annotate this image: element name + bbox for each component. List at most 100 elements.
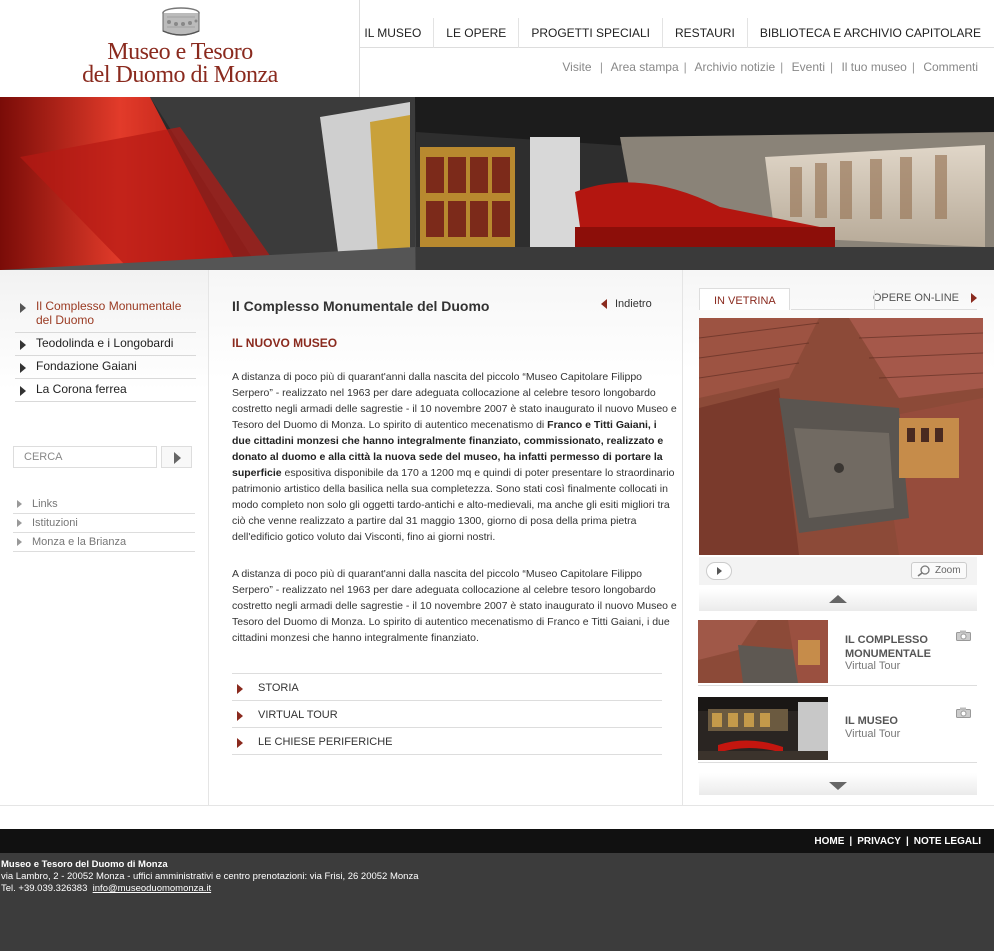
- subnav-visite[interactable]: Visite: [562, 60, 591, 74]
- page-title: Il Complesso Monumentale del Duomo: [232, 298, 490, 314]
- scroll-up-button[interactable]: [699, 589, 977, 611]
- arrow-right-icon: [237, 711, 243, 721]
- arrow-left-icon: [601, 299, 607, 309]
- separator: |: [911, 60, 915, 74]
- item-title: IL COMPLESSO MONUMENTALE: [845, 634, 931, 660]
- camera-icon: [956, 707, 971, 718]
- main-nav-le-opere[interactable]: LE OPERE: [433, 18, 518, 48]
- main-nav-biblioteca[interactable]: BIBLIOTECA E ARCHIVIO CAPITOLARE: [746, 18, 994, 48]
- subnav-archivio-notizie[interactable]: Archivio notizie: [694, 60, 775, 74]
- link-label: Links: [32, 498, 58, 510]
- tab-in-vetrina[interactable]: IN VETRINA: [699, 288, 790, 310]
- separator: |: [905, 836, 909, 847]
- camera-icon: [956, 630, 971, 641]
- site-header: Museo e Tesoro del Duomo di Monza IL MUS…: [0, 0, 994, 97]
- link-monza-brianza[interactable]: Monza e la Brianza: [13, 535, 195, 552]
- link-label: Istituzioni: [32, 517, 78, 529]
- right-sidebar: IN VETRINA OPERE ON-LINE Zoom IL COMPLES…: [682, 270, 994, 805]
- arrow-down-icon: [829, 782, 847, 790]
- footer-link-privacy[interactable]: PRIVACY: [857, 836, 901, 847]
- content-link-chiese-periferiche[interactable]: LE CHIESE PERIFERICHE: [232, 728, 662, 755]
- featured-controls: Zoom: [699, 557, 977, 585]
- main-nav: IL MUSEO LE OPERE PROGETTI SPECIALI REST…: [360, 18, 994, 48]
- paragraph-text: espositiva disponibile da 170 a 1200 mq …: [232, 467, 675, 543]
- menu-item-complesso-monumentale[interactable]: Il Complesso Monumentale del Duomo: [15, 296, 196, 333]
- section-title: IL NUOVO MUSEO: [232, 336, 338, 350]
- footer-org-name: Museo e Tesoro del Duomo di Monza: [1, 859, 168, 870]
- separator: |: [830, 60, 834, 74]
- footer-phone: Tel. +39.039.326383: [1, 883, 88, 894]
- footer-contact: Tel. +39.039.326383 info@museoduomomonza…: [1, 883, 994, 895]
- tab-divider: [874, 290, 875, 310]
- thumbnail-image: [698, 620, 828, 683]
- vetrina-item[interactable]: IL COMPLESSO MONUMENTALE Virtual Tour: [698, 620, 977, 686]
- subnav-commenti[interactable]: Commenti: [923, 60, 978, 74]
- hero-banner-image: [0, 97, 994, 270]
- search-button[interactable]: [161, 446, 192, 468]
- menu-item-fondazione-gaiani[interactable]: Fondazione Gaiani: [15, 356, 196, 379]
- footer-address: via Lambro, 2 - 20052 Monza - uffici amm…: [1, 871, 419, 882]
- links-menu: Links Istituzioni Monza e la Brianza: [13, 497, 195, 554]
- content-link-label: STORIA: [258, 682, 299, 694]
- scroll-down-button[interactable]: [699, 773, 977, 795]
- tab-label: OPERE ON-LINE: [872, 292, 959, 304]
- menu-item-label: La Corona ferrea: [36, 382, 127, 396]
- arrow-up-icon: [829, 595, 847, 603]
- item-subtitle: Virtual Tour: [845, 660, 901, 672]
- site-logo[interactable]: Museo e Tesoro del Duomo di Monza: [0, 0, 360, 97]
- main-nav-restauri[interactable]: RESTAURI: [662, 18, 747, 48]
- secondary-nav: Visite | Area stampa | Archivio notizie | …: [562, 60, 978, 74]
- menu-item-teodolinda[interactable]: Teodolinda e i Longobardi: [15, 333, 196, 356]
- body-paragraph-1: A distanza di poco più di quarant'anni d…: [232, 369, 677, 545]
- section-menu: Il Complesso Monumentale del Duomo Teodo…: [15, 296, 196, 402]
- content-link-virtual-tour[interactable]: VIRTUAL TOUR: [232, 701, 662, 728]
- subnav-area-stampa[interactable]: Area stampa: [611, 60, 679, 74]
- separator: |: [683, 60, 687, 74]
- back-label: Indietro: [615, 298, 652, 310]
- item-subtitle: Virtual Tour: [845, 728, 901, 740]
- footer-links: HOME | PRIVACY | NOTE LEGALI: [814, 836, 981, 847]
- search-input[interactable]: CERCA: [13, 446, 157, 468]
- menu-item-label: Il Complesso Monumentale del Duomo: [36, 299, 182, 327]
- footer-bar: HOME | PRIVACY | NOTE LEGALI: [0, 829, 994, 853]
- link-links[interactable]: Links: [13, 497, 195, 514]
- separator: |: [849, 836, 853, 847]
- body-paragraph-2: A distanza di poco più di quarant'anni d…: [232, 568, 677, 644]
- link-istituzioni[interactable]: Istituzioni: [13, 516, 195, 533]
- separator: |: [780, 60, 784, 74]
- footer-link-note-legali[interactable]: NOTE LEGALI: [914, 836, 981, 847]
- zoom-button[interactable]: Zoom: [911, 562, 967, 579]
- menu-item-label: Fondazione Gaiani: [36, 359, 137, 373]
- play-icon: [717, 567, 722, 575]
- arrow-right-icon: [17, 500, 22, 508]
- arrow-right-icon: [20, 363, 26, 373]
- left-sidebar: Il Complesso Monumentale del Duomo Teodo…: [0, 270, 209, 805]
- menu-item-corona-ferrea[interactable]: La Corona ferrea: [15, 379, 196, 402]
- arrow-right-icon: [971, 293, 977, 303]
- separator: |: [596, 60, 603, 74]
- play-button[interactable]: [706, 562, 732, 580]
- footer-link-home[interactable]: HOME: [814, 836, 844, 847]
- content-links: STORIA VIRTUAL TOUR LE CHIESE PERIFERICH…: [232, 673, 662, 755]
- subnav-il-tuo-museo[interactable]: Il tuo museo: [841, 60, 906, 74]
- footer-info: Museo e Tesoro del Duomo di Monza via La…: [0, 853, 994, 951]
- content-link-label: LE CHIESE PERIFERICHE: [258, 736, 393, 748]
- link-label: Monza e la Brianza: [32, 536, 127, 548]
- arrow-right-icon: [174, 452, 181, 464]
- tab-opere-online[interactable]: OPERE ON-LINE: [791, 290, 977, 310]
- footer-email-link[interactable]: info@museoduomomonza.it: [93, 883, 211, 894]
- menu-item-label: Teodolinda e i Longobardi: [36, 336, 174, 350]
- back-link[interactable]: Indietro: [601, 298, 652, 310]
- main-nav-progetti-speciali[interactable]: PROGETTI SPECIALI: [518, 18, 662, 48]
- featured-image[interactable]: [699, 318, 983, 555]
- item-title: IL MUSEO: [845, 715, 898, 727]
- magnifier-icon: [917, 565, 930, 577]
- divider: [0, 805, 994, 806]
- arrow-right-icon: [20, 340, 26, 350]
- content-link-storia[interactable]: STORIA: [232, 674, 662, 701]
- vetrina-item[interactable]: IL MUSEO Virtual Tour: [698, 697, 977, 763]
- subnav-eventi[interactable]: Eventi: [792, 60, 825, 74]
- arrow-right-icon: [20, 386, 26, 396]
- arrow-right-icon: [237, 684, 243, 694]
- main-nav-il-museo[interactable]: IL MUSEO: [352, 18, 433, 48]
